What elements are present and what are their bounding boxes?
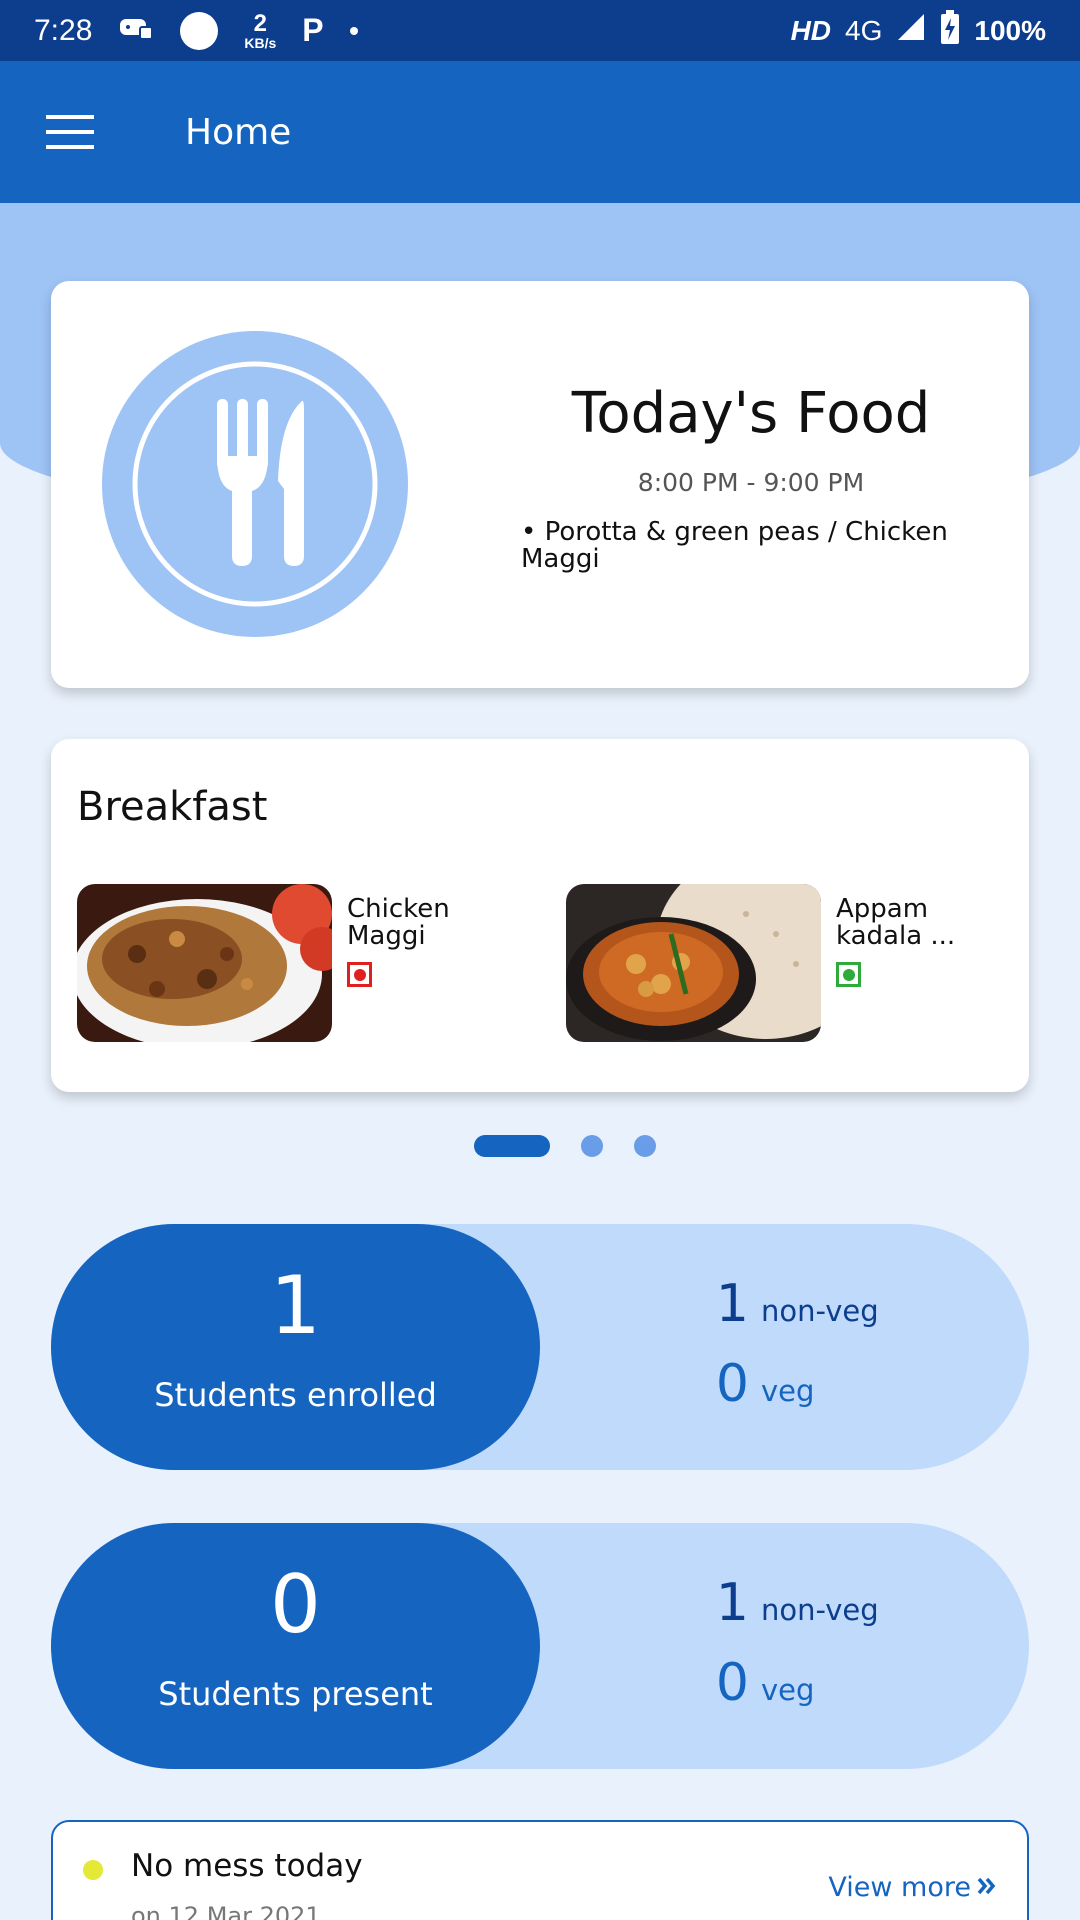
non-veg-icon	[347, 962, 372, 987]
todays-food-info: Today's Food 8:00 PM - 9:00 PM • Porotta…	[511, 381, 991, 574]
notice-date: on 12 Mar 2021	[131, 1902, 321, 1920]
appam-kadala-image	[566, 884, 821, 1042]
data-speed-unit: KB/s	[244, 34, 277, 51]
nonveg-count: 1	[715, 1573, 749, 1633]
veg-icon	[836, 962, 861, 987]
network-type: 4G	[845, 14, 883, 46]
veg-row: 0 veg	[691, 1653, 991, 1713]
parking-app-icon: P	[302, 12, 324, 48]
hd-voice-label: HD	[790, 14, 832, 46]
nonveg-count: 1	[715, 1274, 749, 1334]
status-bar: 7:28 2 KB/s P HD 4G 100%	[0, 0, 1080, 61]
veg-row: 0 veg	[691, 1354, 991, 1414]
page-indicator	[0, 1135, 1080, 1157]
more-notifications-dot-icon	[349, 26, 358, 35]
page-dot[interactable]	[581, 1135, 603, 1157]
veg-label: veg	[761, 1374, 815, 1408]
app-bar: Home	[0, 61, 1080, 203]
hamburger-menu-icon[interactable]	[0, 61, 140, 203]
todays-food-time: 8:00 PM - 9:00 PM	[637, 468, 865, 497]
page-dot[interactable]	[634, 1135, 656, 1157]
game-controller-icon	[118, 13, 154, 49]
nonveg-row: 1 non-veg	[691, 1274, 991, 1334]
double-chevron-right-icon	[977, 1872, 997, 1903]
status-time: 7:28	[34, 13, 93, 47]
battery-level: 100%	[974, 14, 1046, 46]
students-enrolled-summary: 1 Students enrolled	[51, 1224, 540, 1470]
meal-title: Breakfast	[77, 784, 268, 830]
students-enrolled-count: 1	[270, 1259, 321, 1352]
view-more-label: View more	[828, 1872, 971, 1903]
meal-item[interactable]: Appam kadala ...	[566, 884, 1026, 1044]
page-dot-active[interactable]	[474, 1135, 550, 1157]
nonveg-row: 1 non-veg	[691, 1573, 991, 1633]
todays-food-title: Today's Food	[571, 381, 931, 446]
todays-food-items: • Porotta & green peas / Chicken Maggi	[521, 517, 948, 575]
notice-status-dot-icon	[83, 1860, 103, 1880]
view-more-link[interactable]: View more	[828, 1872, 997, 1903]
battery-charging-icon	[940, 10, 960, 51]
fork-knife-plate-icon	[102, 331, 408, 637]
meal-card[interactable]: Breakfast Chicken Maggi Appam kadala ...	[51, 739, 1029, 1092]
data-speed-value: 2	[253, 9, 268, 37]
students-present-count: 0	[270, 1558, 321, 1651]
students-present-card[interactable]: 0 Students present 1 non-veg 0 veg	[51, 1523, 1029, 1769]
students-enrolled-card[interactable]: 1 Students enrolled 1 non-veg 0 veg	[51, 1224, 1029, 1470]
meal-item[interactable]: Chicken Maggi	[77, 884, 537, 1044]
page-title: Home	[185, 111, 292, 153]
veg-count: 0	[715, 1653, 749, 1713]
meal-item-name: Chicken Maggi	[347, 894, 450, 952]
notice-title: No mess today	[131, 1848, 363, 1884]
nonveg-label: non-veg	[761, 1593, 879, 1627]
notice-card[interactable]: No mess today on 12 Mar 2021 View more	[51, 1820, 1029, 1920]
students-enrolled-label: Students enrolled	[154, 1376, 437, 1414]
enrolled-breakdown: 1 non-veg 0 veg	[691, 1274, 991, 1434]
todays-food-card[interactable]: Today's Food 8:00 PM - 9:00 PM • Porotta…	[51, 281, 1029, 688]
present-breakdown: 1 non-veg 0 veg	[691, 1573, 991, 1733]
meal-item-name: Appam kadala ...	[836, 894, 956, 952]
students-present-summary: 0 Students present	[51, 1523, 540, 1769]
veg-count: 0	[715, 1354, 749, 1414]
data-speed: 2 KB/s	[244, 9, 277, 51]
notification-circle-icon	[180, 11, 219, 50]
students-present-label: Students present	[158, 1675, 433, 1713]
signal-icon	[896, 12, 926, 49]
nonveg-label: non-veg	[761, 1294, 879, 1328]
chicken-maggi-image	[77, 884, 332, 1042]
veg-label: veg	[761, 1673, 815, 1707]
